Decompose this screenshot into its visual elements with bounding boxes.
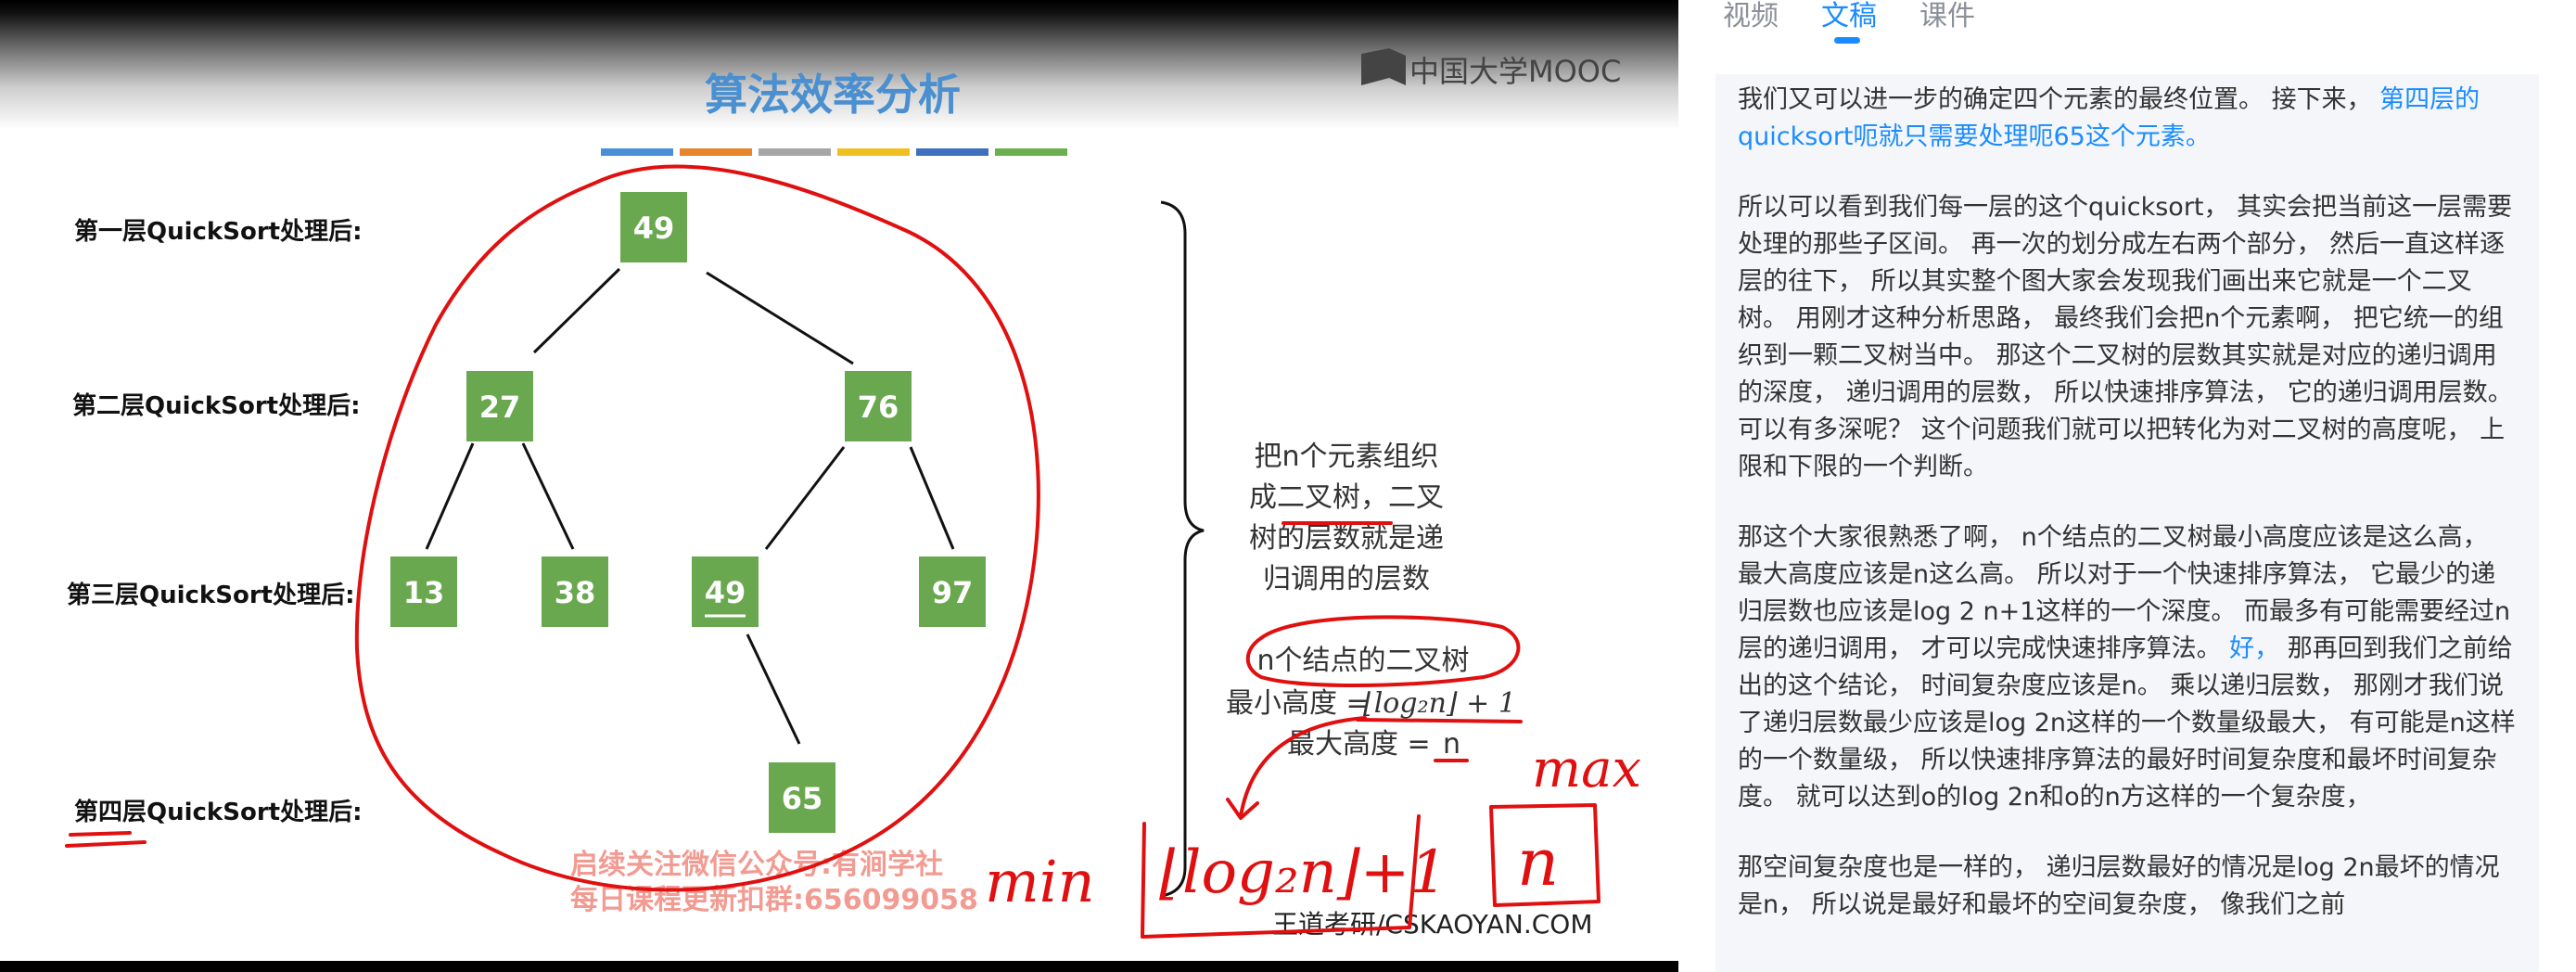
tree-node: 76 <box>845 371 912 441</box>
hand-underline <box>1356 718 1523 723</box>
handwriting-text: min max ⌊log₂n⌋+1 n <box>985 739 1641 915</box>
side-note-line: 把n个元素组织 <box>1254 441 1438 473</box>
min-height-formula: ⌊log₂n⌋ + 1 <box>1363 687 1516 720</box>
level-label-4: 第四层QuickSort处理后: <box>74 798 362 826</box>
active-tab-indicator <box>1834 37 1860 44</box>
tree-edges <box>425 267 955 745</box>
title-bar-segment <box>680 148 752 156</box>
transcript-paragraph: 那空间复杂度也是一样的， 递归层数最好的情况是log 2n最坏的情况是n， 所以… <box>1738 853 2500 919</box>
hand-level4-underline <box>65 831 147 848</box>
tree-edge <box>909 446 955 550</box>
side-note: 把n个元素组织 成二叉树，二叉 树的层数就是递 归调用的层数 <box>1249 441 1444 595</box>
title-bar-segment <box>837 148 910 156</box>
hand-min-label: min <box>985 848 1095 915</box>
title-bar-segment <box>759 148 831 156</box>
title-bar-segment <box>916 148 988 156</box>
svg-text:65: 65 <box>782 781 823 816</box>
curly-brace <box>1160 200 1205 898</box>
hand-min-formula: ⌊log₂n⌋+1 <box>1159 838 1447 907</box>
mooc-logo-text: 中国大学MOOC <box>1409 54 1621 89</box>
slide-footer: 王道考研/CSKAOYAN.COM <box>1272 909 1592 940</box>
lecture-slide: 算法效率分析 中国大学MOOC 第一层QuickSort处理后: 第二层Quic… <box>65 48 1641 940</box>
svg-text:27: 27 <box>479 390 521 425</box>
tree-node: 97 <box>919 556 986 627</box>
svg-text:49: 49 <box>633 211 675 246</box>
tree-edge <box>764 446 846 550</box>
hand-circle <box>354 164 1040 892</box>
transcript-paragraph: 那这个大家很熟悉了啊， n个结点的二叉树最小高度应该是这么高， 最大高度应该是n… <box>1738 523 2516 812</box>
max-height-label: 最大高度 = <box>1287 728 1431 761</box>
tree-edge <box>706 271 854 365</box>
tree-node: 13 <box>390 556 457 627</box>
level-label-1: 第一层QuickSort处理后: <box>74 217 362 246</box>
transcript-content[interactable]: 我们又可以进一步的确定四个元素的最终位置。 接下来， 第四层的quicksort… <box>1715 74 2539 972</box>
tree-nodes: 49 27 76 13 38 49 97 65 <box>390 192 986 833</box>
svg-text:49: 49 <box>705 575 746 610</box>
transcript-paragraph: 我们又可以进一步的确定四个元素的最终位置。 接下来， 第四层的quicksort… <box>1738 85 2480 151</box>
tab-video[interactable]: 视频 <box>1723 0 1779 33</box>
hand-max-label: max <box>1532 739 1641 799</box>
side-note-line: 成二叉树，二叉 <box>1249 481 1444 514</box>
svg-text:38: 38 <box>555 575 596 610</box>
tree-node: 27 <box>466 371 533 441</box>
transcript-paragraph: 所以可以看到我们每一层的这个quicksort， 其实会把当前这一层需要处理的那… <box>1738 193 2513 481</box>
svg-text:76: 76 <box>858 390 899 425</box>
title-bar-segment <box>995 148 1067 156</box>
side-note-line: 归调用的层数 <box>1263 563 1430 595</box>
tree-edge <box>425 442 475 550</box>
tree-node: 38 <box>542 556 608 627</box>
title-bar-segment <box>601 148 673 156</box>
tree-edge <box>532 267 621 354</box>
tab-transcript[interactable]: 文稿 <box>1821 0 1877 33</box>
watermark-line: 启续关注微信公众号:有涧学社 <box>570 849 943 881</box>
hand-max-value: n <box>1517 825 1559 901</box>
min-height-label: 最小高度 = <box>1226 687 1370 720</box>
video-player[interactable]: 算法效率分析 中国大学MOOC 第一层QuickSort处理后: 第二层Quic… <box>0 0 1678 972</box>
svg-text:97: 97 <box>932 575 974 610</box>
tree-node: 65 <box>769 762 835 833</box>
svg-text:13: 13 <box>403 575 445 610</box>
watermark: 启续关注微信公众号:有涧学社 每日课程更新扣群:656099058 <box>570 849 978 916</box>
mooc-logo: 中国大学MOOC <box>1361 48 1621 89</box>
mooc-logo-icon <box>1361 48 1406 85</box>
video-bottom-bar <box>0 961 1678 972</box>
slide-title: 算法效率分析 <box>705 70 961 120</box>
node-tree-label: n个结点的二叉树 <box>1256 645 1469 677</box>
level-label-2: 第二层QuickSort处理后: <box>72 391 360 420</box>
level-label-3: 第三层QuickSort处理后: <box>67 581 354 609</box>
tree-node: 49 <box>620 192 687 262</box>
tree-node: 49 <box>692 556 759 627</box>
max-height-value: n <box>1443 728 1460 761</box>
title-color-bar <box>601 148 1067 156</box>
tab-courseware[interactable]: 课件 <box>1919 0 1975 33</box>
tree-edge <box>521 442 575 550</box>
tree-edge <box>746 633 801 745</box>
side-note-line: 树的层数就是递 <box>1249 522 1444 555</box>
transcript-panel: 视频 文稿 课件 我们又可以进一步的确定四个元素的最终位置。 接下来， 第四层的… <box>1678 0 2576 972</box>
